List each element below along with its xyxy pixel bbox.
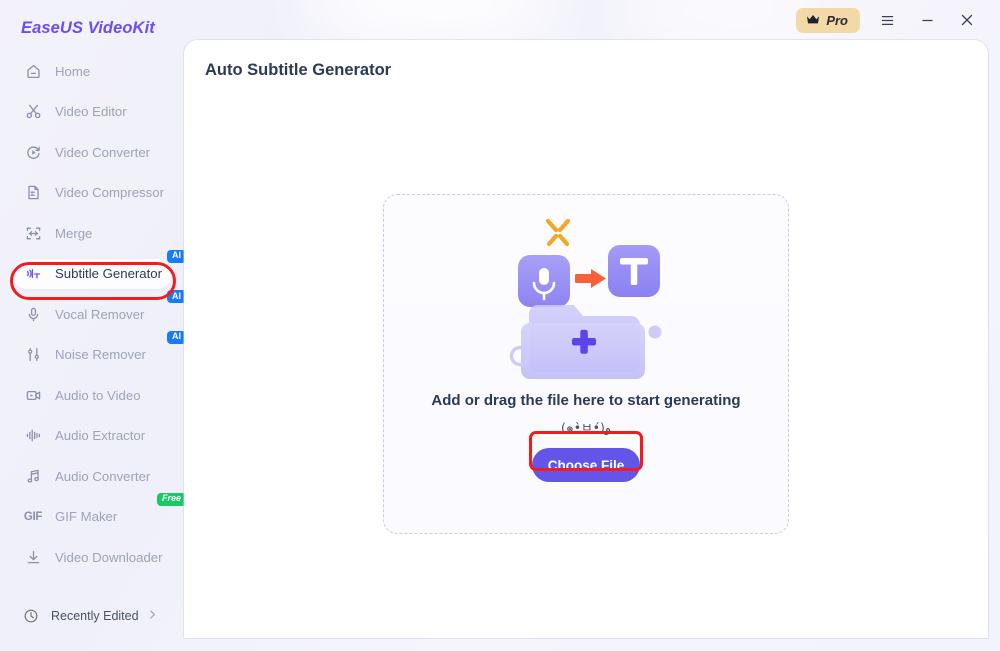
sidebar-item-audio-converter[interactable]: Audio Converter: [12, 461, 172, 491]
close-icon[interactable]: [954, 7, 980, 33]
noise-sliders-icon: [23, 345, 43, 365]
main-content-card: Auto Subtitle Generator Add or drag the …: [184, 40, 988, 638]
scissors-icon: [23, 102, 43, 122]
microphone-icon: [23, 304, 43, 324]
pro-label: Pro: [826, 12, 848, 28]
sidebar-item-label: Vocal Remover: [55, 306, 145, 322]
clock-icon: [23, 608, 39, 624]
sidebar-item-home[interactable]: Home: [12, 56, 172, 86]
hamburger-menu-icon[interactable]: [874, 7, 900, 33]
sidebar-item-label: Noise Remover: [55, 347, 146, 362]
title-bar: EaseUS VideoKit Pro: [0, 0, 1000, 40]
waveform-icon: [23, 426, 43, 446]
sidebar-item-video-converter[interactable]: Video Converter: [12, 137, 172, 167]
convert-circle-icon: [23, 142, 43, 162]
sidebar-item-label: Video Downloader: [55, 549, 163, 565]
sidebar-item-label: Audio to Video: [55, 387, 141, 403]
dropzone-heading: Add or drag the file here to start gener…: [431, 392, 741, 409]
app-logo: EaseUS VideoKit: [21, 19, 155, 37]
sidebar-item-noise-remover[interactable]: Noise Remover AI: [12, 330, 186, 370]
download-icon: [23, 547, 43, 567]
free-badge: Free: [156, 492, 186, 506]
pro-upgrade-button[interactable]: Pro: [796, 7, 860, 33]
crown-icon: [806, 13, 820, 28]
sidebar-item-video-editor[interactable]: Video Editor: [12, 97, 172, 127]
app-window: EaseUS VideoKit Pro Home Video Editor Vi…: [0, 0, 1000, 651]
page-title: Auto Subtitle Generator: [205, 61, 392, 79]
sidebar-item-audio-to-video[interactable]: Audio to Video: [12, 380, 172, 410]
sidebar-item-label: Video Editor: [55, 104, 127, 119]
choose-file-button[interactable]: Choose File: [532, 448, 640, 482]
sidebar-item-label: Video Converter: [55, 144, 151, 160]
dropzone-emoticon: (๑•̀ㅂ•́)و: [561, 420, 611, 435]
sidebar-item-video-compressor[interactable]: Video Compressor: [12, 178, 172, 208]
sidebar-item-label: GIF Maker: [55, 509, 118, 524]
chevron-right-icon: [147, 607, 158, 625]
sidebar-item-label: Audio Extractor: [55, 428, 146, 443]
merge-arrows-icon: [23, 223, 43, 243]
sidebar-item-label: Subtitle Generator: [55, 266, 163, 281]
sidebar-item-subtitle-generator[interactable]: Subtitle Generator AI: [12, 249, 186, 289]
sidebar-item-label: Home: [55, 63, 91, 79]
video-camera-icon: [23, 385, 43, 405]
sidebar-item-audio-extractor[interactable]: Audio Extractor: [12, 421, 172, 451]
mic-to-text-folder-illustration: [496, 213, 676, 403]
sidebar: Home Video Editor Video Converter Video …: [0, 40, 186, 651]
file-dropzone[interactable]: Add or drag the file here to start gener…: [383, 194, 789, 534]
sidebar-item-gif-maker[interactable]: GIF GIF Maker Free: [12, 492, 186, 532]
subtitle-wave-icon: [23, 264, 43, 284]
document-compress-icon: [23, 183, 43, 203]
sidebar-item-vocal-remover[interactable]: Vocal Remover AI: [12, 290, 186, 329]
window-controls: Pro: [796, 7, 980, 33]
sidebar-item-label: Audio Converter: [55, 468, 151, 484]
sidebar-item-video-downloader[interactable]: Video Downloader: [12, 542, 172, 572]
music-note-icon: [23, 466, 43, 486]
sidebar-nav-list: Home Video Editor Video Converter Video …: [0, 56, 186, 583]
sidebar-item-merge[interactable]: Merge: [12, 218, 172, 248]
gif-text-icon: GIF: [23, 510, 43, 523]
sidebar-item-label: Merge: [55, 225, 93, 241]
minimize-icon[interactable]: [914, 7, 940, 33]
sidebar-item-label: Video Compressor: [55, 185, 164, 200]
recently-edited-label: Recently Edited: [51, 609, 139, 623]
home-icon: [23, 61, 43, 81]
recently-edited-button[interactable]: Recently Edited: [12, 601, 172, 631]
